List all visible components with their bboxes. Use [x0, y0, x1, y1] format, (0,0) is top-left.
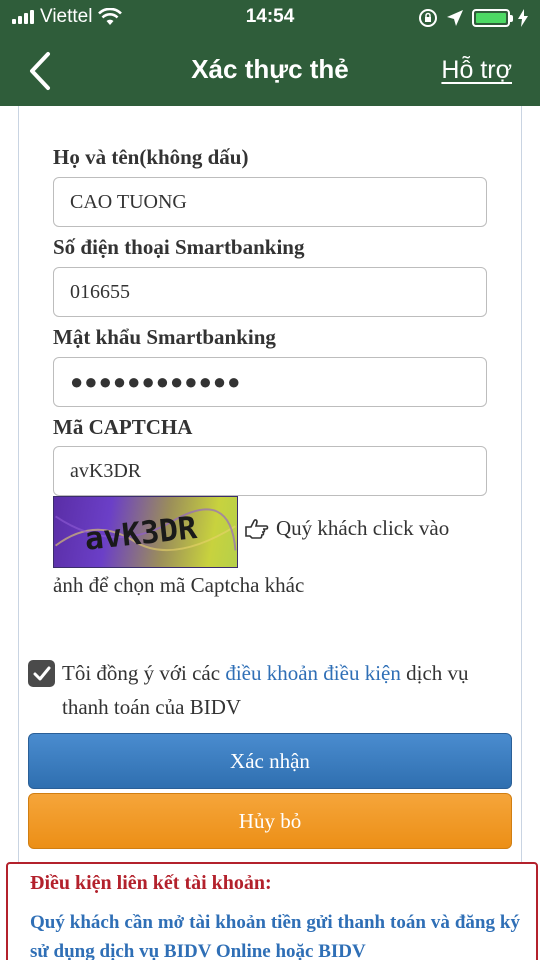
phone-value: 016655: [70, 280, 130, 303]
captcha-image-art: avK3DR: [54, 508, 237, 558]
captcha-hint-line2: ảnh để chọn mã Captcha khác: [53, 573, 305, 597]
phone-label: Số điện thoại Smartbanking: [53, 235, 305, 259]
confirm-button[interactable]: Xác nhận: [28, 733, 512, 789]
captcha-hint: Quý khách click vào: [244, 516, 449, 541]
full-name-value: CAO TUONG: [70, 190, 187, 213]
captcha-image-text: avK3DR: [83, 510, 199, 558]
pointing-hand-icon: [245, 518, 269, 539]
password-value: ●●●●●●●●●●●●: [70, 369, 242, 394]
captcha-input[interactable]: avK3DR: [53, 446, 487, 496]
full-name-label: Họ và tên(không dấu): [53, 145, 249, 169]
location-arrow-icon: [447, 10, 463, 26]
battery-icon: [472, 9, 513, 27]
checkmark-icon: [33, 666, 50, 680]
terms-title: Điều kiện liên kết tài khoản:: [30, 872, 272, 894]
status-bar: Viettel 14:54: [0, 0, 540, 36]
captcha-value: avK3DR: [70, 459, 142, 482]
terms-box: Điều kiện liên kết tài khoản: Quý khách …: [6, 862, 538, 960]
agreement-text-before: Tôi đồng ý với các: [62, 661, 226, 685]
terms-link[interactable]: điều khoản điều kiện: [225, 661, 401, 685]
cancel-button[interactable]: Hủy bỏ: [28, 793, 512, 849]
captcha-hint-line1: Quý khách click vào: [276, 516, 450, 540]
password-input[interactable]: ●●●●●●●●●●●●: [53, 357, 487, 407]
support-link[interactable]: Hỗ trợ: [441, 56, 512, 85]
charging-bolt-icon: [518, 9, 528, 27]
navigation-bar: Xác thực thẻ Hỗ trợ: [0, 36, 540, 106]
captcha-image[interactable]: avK3DR: [53, 496, 238, 568]
terms-body: Quý khách cần mở tài khoản tiền gửi than…: [30, 912, 520, 960]
full-name-input[interactable]: CAO TUONG: [53, 177, 487, 227]
agreement-checkbox[interactable]: [28, 660, 55, 687]
agreement-row: Tôi đồng ý với các điều khoản điều kiện …: [28, 656, 508, 724]
captcha-label: Mã CAPTCHA: [53, 415, 193, 439]
phone-input[interactable]: 016655: [53, 267, 487, 317]
password-label: Mật khẩu Smartbanking: [53, 325, 276, 349]
rotation-lock-icon: [419, 9, 437, 27]
app-header: Viettel 14:54 Xác thực thẻ Hỗ trợ: [0, 0, 540, 106]
